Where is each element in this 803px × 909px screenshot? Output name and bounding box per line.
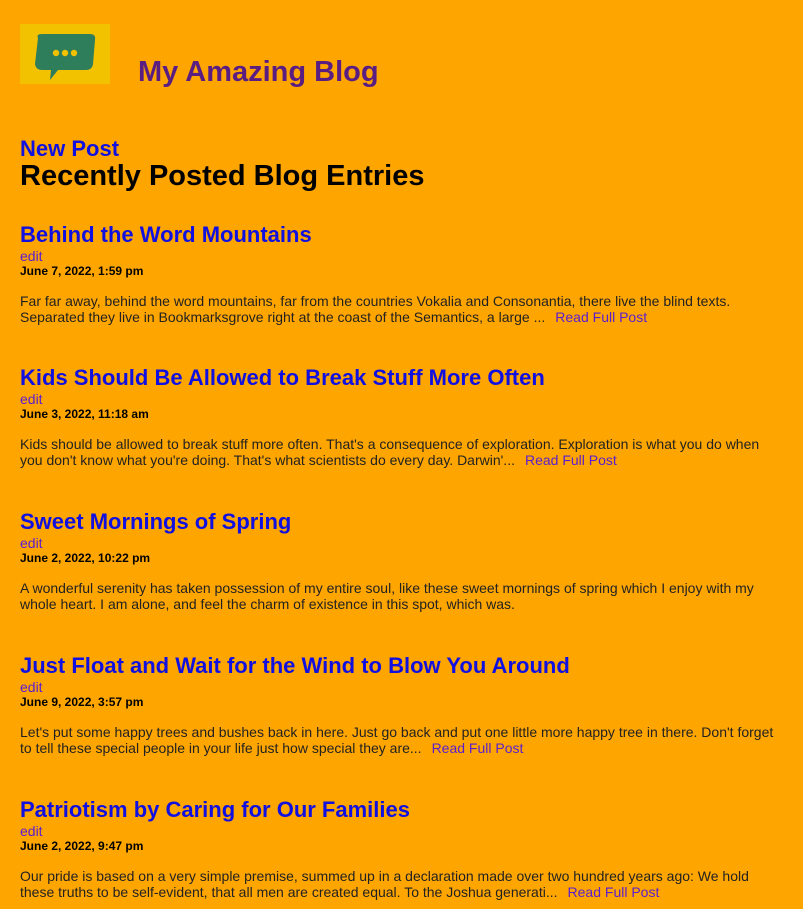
entry-date: June 2, 2022, 9:47 pm (20, 839, 144, 853)
read-full-post-link[interactable]: Read Full Post (525, 452, 617, 468)
read-full-post-link[interactable]: Read Full Post (555, 309, 647, 325)
entry-excerpt: A wonderful serenity has taken possessio… (20, 580, 780, 612)
edit-link[interactable]: edit (20, 248, 780, 264)
entry-date: June 9, 2022, 3:57 pm (20, 695, 144, 709)
site-title: My Amazing Blog (138, 56, 379, 88)
blog-entry: Behind the Word Mountains edit June 7, 2… (20, 222, 780, 325)
blog-entry: Kids Should Be Allowed to Break Stuff Mo… (20, 365, 780, 468)
site-logo[interactable] (20, 24, 110, 84)
section-title: Recently Posted Blog Entries (20, 160, 425, 192)
entry-title-link[interactable]: Behind the Word Mountains (20, 222, 780, 248)
site-header (20, 24, 110, 84)
entry-excerpt-text: Let's put some happy trees and bushes ba… (20, 724, 774, 756)
blog-entry: Patriotism by Caring for Our Families ed… (20, 797, 780, 900)
read-full-post-link[interactable]: Read Full Post (432, 740, 524, 756)
entry-date: June 7, 2022, 1:59 pm (20, 264, 144, 278)
entry-excerpt: Kids should be allowed to break stuff mo… (20, 436, 780, 468)
edit-link[interactable]: edit (20, 535, 780, 551)
new-post-link[interactable]: New Post (20, 136, 119, 162)
entry-title-link[interactable]: Patriotism by Caring for Our Families (20, 797, 780, 823)
entry-excerpt-text: Kids should be allowed to break stuff mo… (20, 436, 760, 468)
edit-link[interactable]: edit (20, 679, 780, 695)
entry-date: June 2, 2022, 10:22 pm (20, 551, 151, 565)
edit-link[interactable]: edit (20, 823, 780, 839)
edit-link[interactable]: edit (20, 391, 780, 407)
entry-date: June 3, 2022, 11:18 am (20, 407, 149, 421)
entry-title-link[interactable]: Just Float and Wait for the Wind to Blow… (20, 653, 780, 679)
entry-title-link[interactable]: Sweet Mornings of Spring (20, 509, 780, 535)
blog-entry: Sweet Mornings of Spring edit June 2, 20… (20, 509, 780, 612)
chat-bubble-icon (35, 34, 96, 80)
read-full-post-link[interactable]: Read Full Post (568, 884, 660, 900)
entry-title-link[interactable]: Kids Should Be Allowed to Break Stuff Mo… (20, 365, 780, 391)
entry-excerpt: Our pride is based on a very simple prem… (20, 868, 780, 900)
entry-excerpt: Far far away, behind the word mountains,… (20, 293, 780, 325)
entry-excerpt: Let's put some happy trees and bushes ba… (20, 724, 780, 756)
entry-excerpt-text: A wonderful serenity has taken possessio… (20, 580, 754, 612)
blog-entry: Just Float and Wait for the Wind to Blow… (20, 653, 780, 756)
